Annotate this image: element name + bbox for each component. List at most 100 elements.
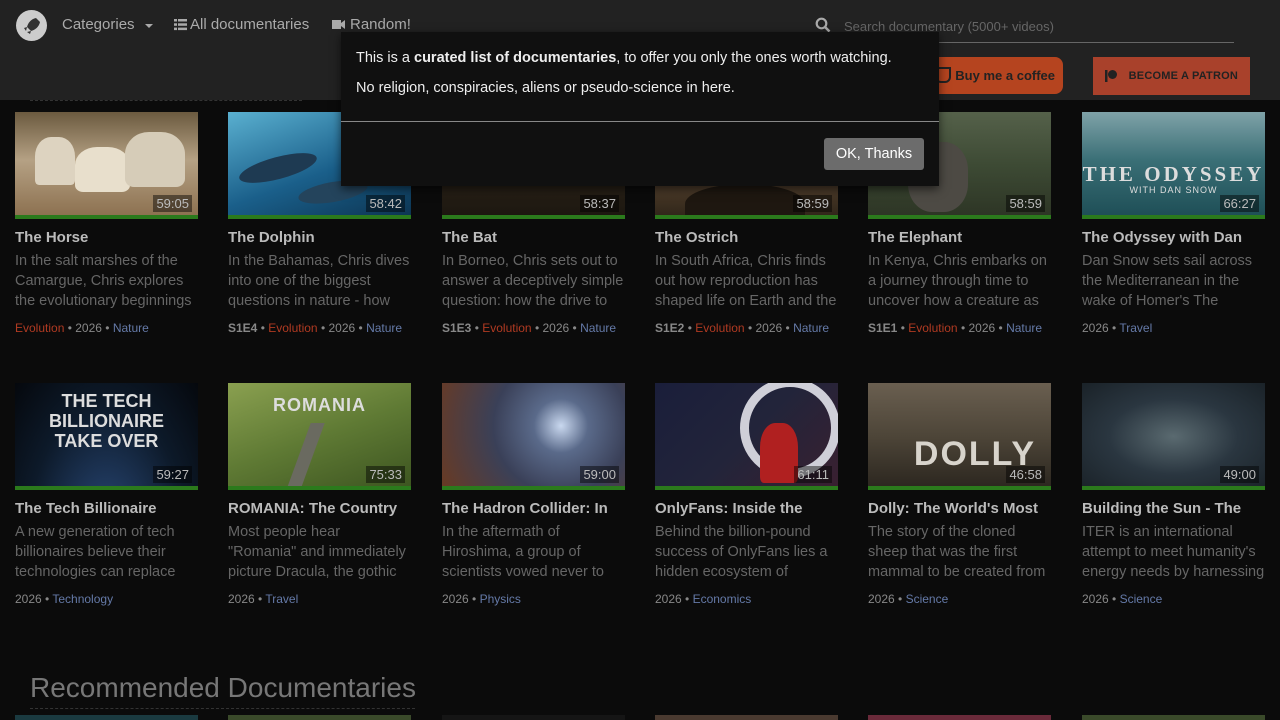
category-link[interactable]: Physics [480, 592, 521, 606]
card-meta: S1E2 • Evolution • 2026 • Nature [655, 321, 830, 335]
doc-card-dolly[interactable]: DOLLY 46:58 Dolly: The World's Most The … [868, 383, 1051, 606]
become-a-patron-button[interactable]: BECOME A PATRON [1093, 57, 1250, 95]
year: 2026 [542, 321, 570, 335]
modal-line-1: This is a curated list of documentaries,… [356, 48, 924, 68]
modal-text: This is a [356, 50, 415, 66]
thumbnail[interactable] [228, 715, 411, 720]
category-link[interactable]: Science [1120, 592, 1163, 606]
progress-bar [15, 486, 198, 490]
modal-line-2: No religion, conspiracies, aliens or pse… [356, 80, 735, 96]
buy-me-a-coffee-button[interactable]: Buy me a coffee [925, 57, 1063, 94]
random-link[interactable]: Random! [332, 16, 411, 33]
category-link[interactable]: Economics [693, 592, 752, 606]
tag-link[interactable]: Evolution [908, 321, 957, 335]
year: 2026 [228, 592, 255, 606]
card-title[interactable]: The Horse [15, 229, 198, 246]
thumbnail[interactable] [15, 715, 198, 720]
duration-badge: 58:59 [793, 195, 832, 212]
card-meta: S1E3 • Evolution • 2026 • Nature [442, 321, 617, 335]
ok-thanks-button[interactable]: OK, Thanks [824, 138, 924, 170]
year: 2026 [328, 321, 356, 335]
categories-dropdown[interactable]: Categories [62, 16, 153, 33]
category-link[interactable]: Nature [793, 321, 829, 335]
progress-bar [868, 215, 1051, 219]
duration-badge: 59:05 [153, 195, 192, 212]
card-title[interactable]: The Elephant [868, 229, 1051, 246]
card-meta: Evolution • 2026 • Nature [15, 321, 149, 335]
caret-down-icon [144, 23, 153, 28]
card-title[interactable]: The Hadron Collider: In [442, 500, 625, 517]
card-title[interactable]: The Bat [442, 229, 625, 246]
random-label: Random! [350, 16, 411, 33]
progress-bar [655, 215, 838, 219]
doc-card-odyssey[interactable]: THE ODYSSEY WITH DAN SNOW 66:27 The Odys… [1082, 112, 1265, 335]
episode-label: S1E2 [655, 321, 685, 335]
doc-card-hadron-collider[interactable]: 59:00 The Hadron Collider: In In the aft… [442, 383, 625, 606]
thumbnail[interactable] [868, 715, 1051, 720]
doc-card-tech-billionaire[interactable]: THE TECH BILLIONAIRE TAKE OVER 59:27 The… [15, 383, 198, 606]
thumbnail[interactable]: ROMANIA 75:33 [228, 383, 411, 490]
thumbnail[interactable] [655, 715, 838, 720]
thumbnail-subtitle: WITH DAN SNOW [1129, 185, 1218, 195]
card-description: In Borneo, Chris sets out to answer a de… [442, 253, 624, 309]
modal-divider [341, 121, 939, 122]
tag-link[interactable]: Evolution [695, 321, 744, 335]
card-title[interactable]: Dolly: The World's Most [868, 500, 1051, 517]
doc-card-romania[interactable]: ROMANIA 75:33 ROMANIA: The Country Most … [228, 383, 411, 606]
tag-link[interactable]: Evolution [268, 321, 317, 335]
thumbnail[interactable]: THE ODYSSEY WITH DAN SNOW 66:27 [1082, 112, 1265, 219]
all-documentaries-link[interactable]: All documentaries [174, 16, 309, 33]
card-title[interactable]: The Ostrich [655, 229, 838, 246]
card-title[interactable]: The Tech Billionaire [15, 500, 198, 517]
tag-link[interactable]: Evolution [482, 321, 531, 335]
card-title[interactable]: The Odyssey with Dan [1082, 229, 1265, 246]
card-description: ITER is an international attempt to meet… [1082, 524, 1265, 580]
category-link[interactable]: Nature [1006, 321, 1042, 335]
thumbnail-title: THE TECH BILLIONAIRE TAKE OVER [49, 391, 164, 451]
video-camera-icon [332, 20, 345, 29]
progress-bar [1082, 486, 1265, 490]
category-link[interactable]: Nature [580, 321, 616, 335]
card-description: A new generation of tech billionaires be… [15, 524, 176, 580]
card-meta: 2026 • Travel [228, 592, 299, 606]
modal-bold-text: curated list of documentaries [414, 50, 617, 66]
modal-body: This is a curated list of documentaries,… [341, 32, 939, 98]
thumbnail-title: ROMANIA [273, 395, 366, 415]
doc-card-onlyfans[interactable]: 61:11 OnlyFans: Inside the Behind the bi… [655, 383, 838, 606]
card-description: In Kenya, Chris embarks on a journey thr… [868, 253, 1047, 309]
thumbnail[interactable]: 61:11 [655, 383, 838, 490]
thumbnail[interactable]: 59:00 [442, 383, 625, 490]
card-title[interactable]: ROMANIA: The Country [228, 500, 411, 517]
divider [30, 708, 415, 709]
category-link[interactable]: Technology [52, 592, 113, 606]
doc-card-horse[interactable]: 59:05 The Horse In the salt marshes of t… [15, 112, 198, 335]
section-heading: Recommended Documentaries [30, 672, 416, 703]
card-description: Behind the billion-pound success of Only… [655, 524, 828, 580]
thumbnail[interactable]: 59:05 [15, 112, 198, 219]
year: 2026 [755, 321, 783, 335]
category-link[interactable]: Nature [366, 321, 402, 335]
category-link[interactable]: Science [906, 592, 949, 606]
year: 2026 [868, 592, 895, 606]
year: 2026 [75, 321, 102, 335]
card-meta: 2026 • Economics [655, 592, 752, 606]
doc-card-building-the-sun[interactable]: 49:00 Building the Sun - The ITER is an … [1082, 383, 1265, 606]
year: 2026 [968, 321, 996, 335]
tag-link[interactable]: Evolution [15, 321, 64, 335]
category-link[interactable]: Travel [265, 592, 298, 606]
card-description: In the salt marshes of the Camargue, Chr… [15, 253, 192, 309]
thumbnail[interactable] [442, 715, 625, 720]
card-title[interactable]: The Dolphin [228, 229, 411, 246]
thumbnail[interactable]: 49:00 [1082, 383, 1265, 490]
card-title[interactable]: Building the Sun - The [1082, 500, 1265, 517]
thumbnail[interactable]: DOLLY 46:58 [868, 383, 1051, 490]
card-meta: 2026 • Travel [1082, 321, 1153, 335]
category-link[interactable]: Nature [113, 321, 149, 335]
progress-bar [655, 486, 838, 490]
thumbnail[interactable]: THE TECH BILLIONAIRE TAKE OVER 59:27 [15, 383, 198, 490]
card-title[interactable]: OnlyFans: Inside the [655, 500, 838, 517]
rocket-logo-icon[interactable] [16, 10, 47, 41]
progress-bar [442, 215, 625, 219]
thumbnail[interactable] [1082, 715, 1265, 720]
category-link[interactable]: Travel [1119, 321, 1152, 335]
